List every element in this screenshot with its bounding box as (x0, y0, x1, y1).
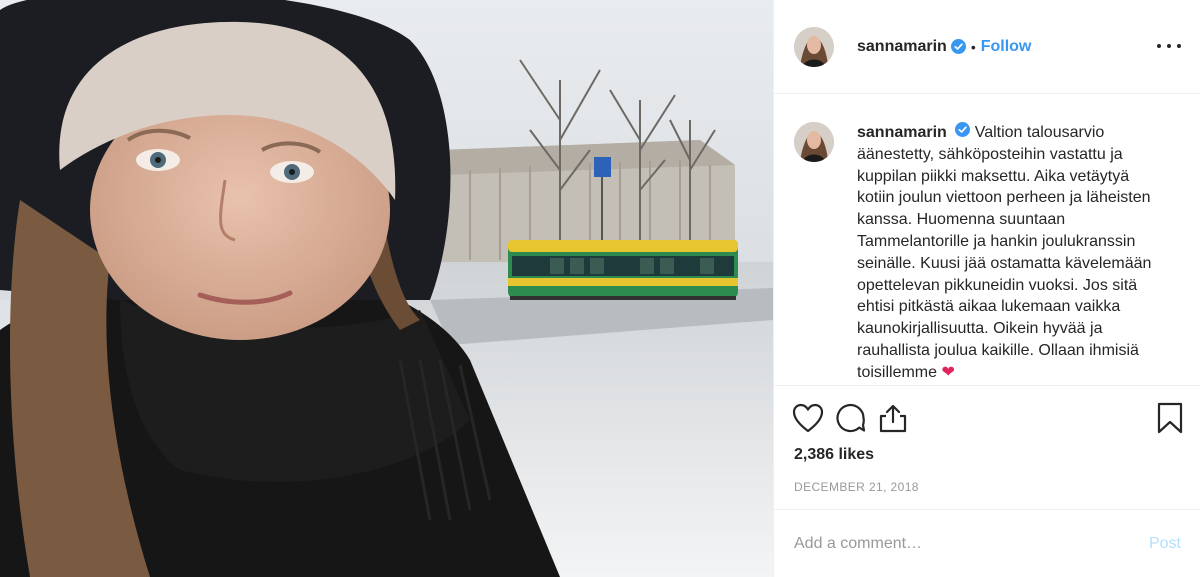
caption-username[interactable]: sannamarin (857, 124, 947, 141)
action-icons (792, 400, 921, 436)
caption-body: Valtion talousarvio äänestetty, sähköpos… (857, 124, 1152, 381)
avatar-image (794, 26, 834, 67)
share-icon[interactable] (878, 400, 918, 436)
photo-illustration (0, 0, 773, 577)
actions-section: 2,386 likes DECEMBER 21, 2018 (774, 385, 1200, 509)
red-heart-emoji: ❤ (941, 363, 955, 381)
caption-text: sannamarin Valtion talousarvio äänestett… (857, 122, 1157, 384)
avatar[interactable] (794, 26, 834, 67)
header-separator: • (970, 38, 976, 55)
verified-badge-icon (950, 39, 966, 54)
verified-badge-icon (955, 122, 971, 137)
instagram-post: sannamarin • Follow sannamarin Valtion t… (0, 0, 1200, 577)
post-comment-button[interactable]: Post (1149, 535, 1181, 553)
caption-section: sannamarin Valtion talousarvio äänestett… (774, 95, 1200, 384)
caption: sannamarin Valtion talousarvio äänestett… (794, 122, 1181, 384)
post-photo[interactable] (0, 0, 773, 577)
header-username[interactable]: sannamarin (857, 38, 947, 56)
caption-avatar[interactable] (794, 122, 834, 162)
comment-bar: Post (774, 509, 1200, 577)
post-date: DECEMBER 21, 2018 (794, 480, 919, 494)
post-sidebar: sannamarin • Follow sannamarin Valtion t… (773, 0, 1200, 577)
avatar-image (794, 122, 834, 162)
comment-icon[interactable] (835, 400, 875, 436)
more-options-icon[interactable] (1157, 38, 1181, 54)
tram-shape (508, 240, 738, 300)
follow-button[interactable]: Follow (981, 38, 1032, 56)
bookmark-icon[interactable] (1151, 400, 1183, 436)
comment-input[interactable] (794, 534, 1149, 553)
post-header: sannamarin • Follow (774, 0, 1200, 94)
likes-count[interactable]: 2,386 likes (794, 446, 874, 464)
heart-icon[interactable] (792, 400, 832, 436)
